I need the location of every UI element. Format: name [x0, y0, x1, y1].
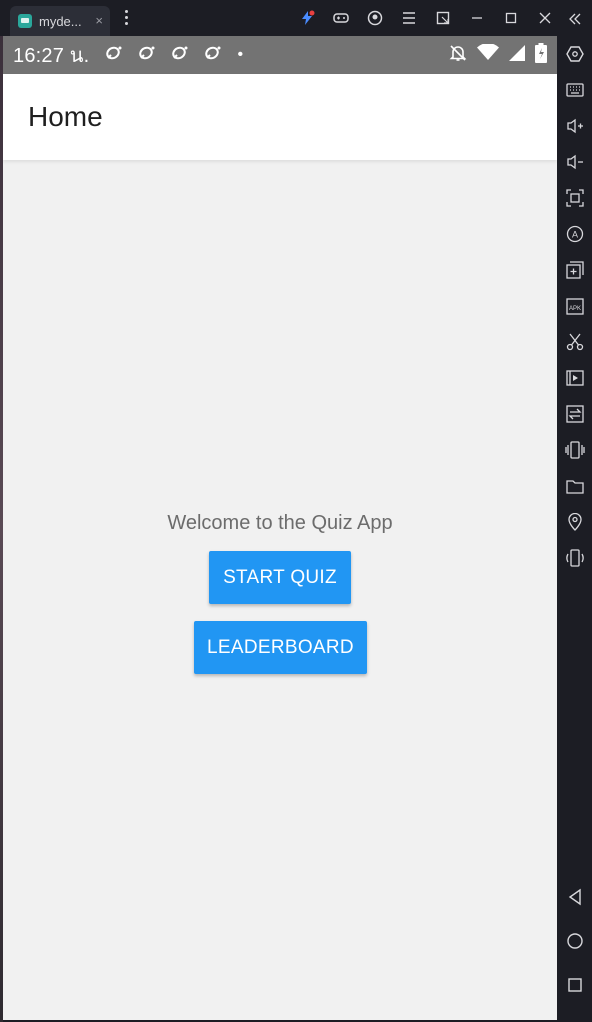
transfer-icon[interactable]: [558, 399, 592, 429]
signal-icon: [509, 44, 525, 66]
close-icon[interactable]: [528, 0, 562, 36]
tab-close-icon[interactable]: ×: [95, 13, 103, 28]
leaderboard-button[interactable]: LEADERBOARD: [194, 621, 367, 674]
app-icon: [18, 14, 32, 28]
keyboard-icon[interactable]: [558, 75, 592, 105]
add-window-icon[interactable]: [558, 255, 592, 285]
emulator-window: myde... × A APK 16:27 น. • Home Welcome …: [0, 0, 592, 1022]
volume-up-icon[interactable]: [558, 111, 592, 141]
location-icon[interactable]: [558, 507, 592, 537]
translate-icon[interactable]: A: [558, 219, 592, 249]
battery-icon: [535, 42, 547, 68]
app-bar: Home: [3, 74, 557, 160]
start-quiz-button[interactable]: START QUIZ: [209, 551, 351, 604]
shake-icon[interactable]: [558, 435, 592, 465]
svg-text:A: A: [572, 230, 578, 240]
more-notifications-dot: •: [237, 46, 244, 63]
status-time: 16:27 น.: [13, 45, 90, 67]
svg-text:APK: APK: [569, 306, 581, 312]
notification-icon: [204, 45, 222, 66]
collapse-icon[interactable]: [558, 4, 592, 34]
expand-window-icon[interactable]: [426, 0, 460, 36]
status-bar: 16:27 น. •: [3, 36, 557, 74]
emulator-sidebar: A APK: [558, 0, 592, 1022]
maximize-icon[interactable]: [494, 0, 528, 36]
emulator-tab[interactable]: myde... ×: [10, 6, 110, 36]
emulator-titlebar: myde... ×: [0, 0, 558, 36]
minimize-icon[interactable]: [460, 0, 494, 36]
bolt-icon[interactable]: [290, 0, 324, 36]
home-icon[interactable]: [558, 926, 592, 956]
page-title: Home: [28, 101, 103, 132]
volume-down-icon[interactable]: [558, 147, 592, 177]
welcome-text: Welcome to the Quiz App: [167, 512, 393, 534]
notification-icon: [138, 45, 156, 66]
apk-icon[interactable]: APK: [558, 291, 592, 321]
folder-icon[interactable]: [558, 471, 592, 501]
notification-icon: [105, 45, 123, 66]
settings-hex-icon[interactable]: [558, 39, 592, 69]
home-content: Welcome to the Quiz App START QUIZ LEADE…: [3, 160, 557, 1020]
rotate-icon[interactable]: [558, 543, 592, 573]
recents-icon[interactable]: [558, 970, 592, 1000]
notification-icon: [171, 45, 189, 66]
record-icon[interactable]: [558, 363, 592, 393]
gamepad-icon[interactable]: [324, 0, 358, 36]
tab-title: myde...: [39, 13, 82, 29]
more-options-icon[interactable]: [121, 10, 131, 28]
mute-bell-icon: [449, 44, 467, 67]
account-icon[interactable]: [358, 0, 392, 36]
scissors-icon[interactable]: [558, 327, 592, 357]
wifi-icon: [477, 43, 499, 66]
screenshot-icon[interactable]: [558, 183, 592, 213]
back-icon[interactable]: [558, 882, 592, 912]
menu-icon[interactable]: [392, 0, 426, 36]
android-screen: 16:27 น. • Home Welcome to the Quiz App …: [3, 36, 557, 1020]
